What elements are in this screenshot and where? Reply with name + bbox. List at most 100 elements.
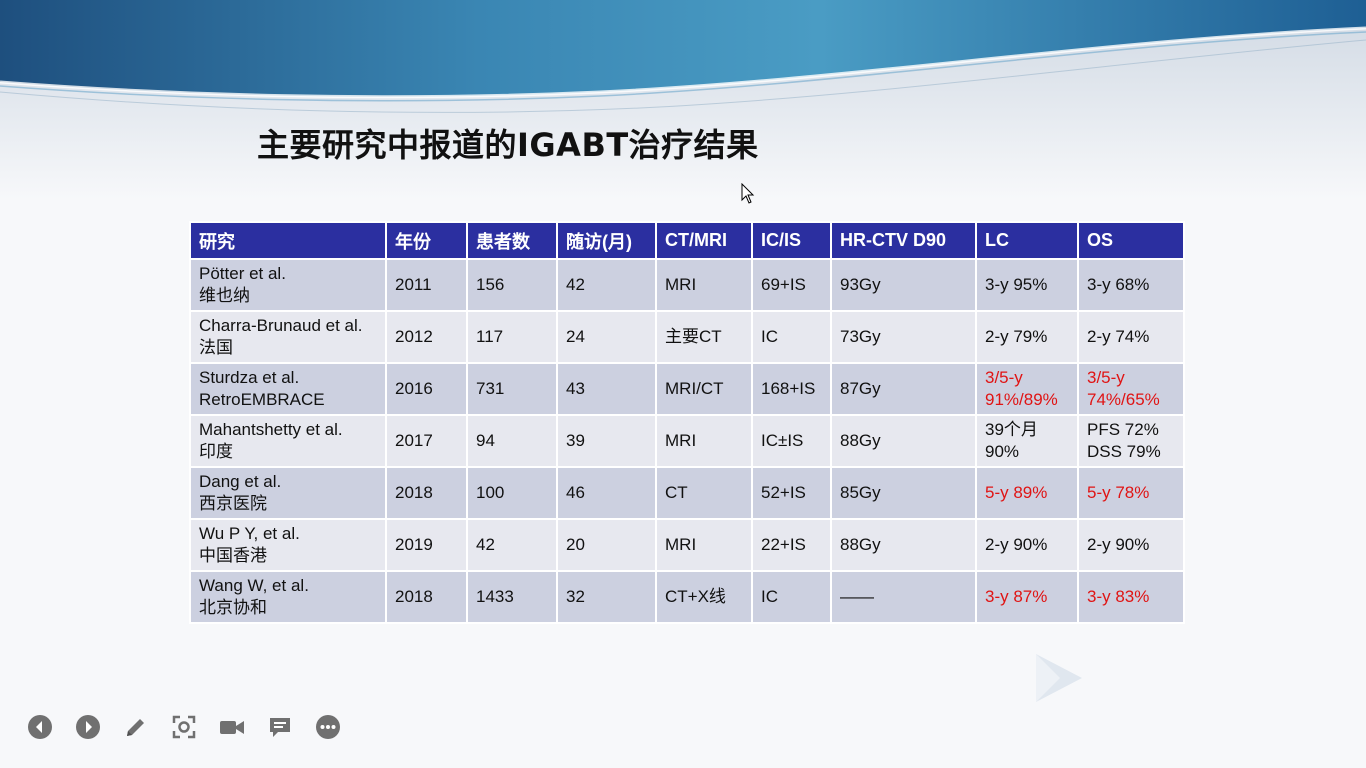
cell-patients-text: 156	[476, 275, 505, 294]
cell-d90: ——	[830, 570, 977, 624]
cell-patients-text: 731	[476, 379, 505, 398]
speech-bubble-icon	[270, 718, 290, 737]
cell-imaging: CT	[655, 466, 753, 520]
cell-d90: 88Gy	[830, 518, 977, 572]
cell-d90-text: 85Gy	[840, 483, 881, 502]
ellipsis-icon	[316, 715, 340, 739]
cell-d90: 93Gy	[830, 258, 977, 312]
cell-os-text: 2-y 74%	[1087, 327, 1150, 346]
cell-imaging-text: MRI/CT	[665, 379, 724, 398]
cell-year-text: 2016	[395, 379, 433, 398]
cell-imaging-text: CT	[665, 483, 688, 502]
cell-study-text: Mahantshetty et al.	[199, 420, 343, 439]
column-header-patients: 患者数	[466, 221, 558, 260]
cell-d90-text: 88Gy	[840, 431, 881, 450]
cell-ic-is-text: IC±IS	[761, 431, 804, 450]
cell-study-subtext: 西京医院	[199, 494, 267, 513]
cell-study-text: Charra-Brunaud et al.	[199, 316, 363, 335]
cell-ic-is: 22+IS	[751, 518, 832, 572]
cell-followup-text: 42	[566, 275, 585, 294]
slide-title: 主要研究中报道的IGABT治疗结果	[257, 126, 759, 164]
cell-os: 3-y 68%	[1077, 258, 1185, 312]
cell-patients: 100	[466, 466, 558, 520]
cell-patients-text: 117	[476, 327, 504, 346]
subtitle-button[interactable]	[266, 713, 294, 741]
cell-d90: 87Gy	[830, 362, 977, 416]
cell-d90: 85Gy	[830, 466, 977, 520]
cell-ic-is-text: 69+IS	[761, 275, 806, 294]
table-header-row: 研究 年份 患者数 随访(月) CT/MRI IC/IS HR-CTV D90 …	[189, 221, 1185, 260]
mouse-cursor-icon	[741, 183, 755, 204]
cell-ic-is: IC	[751, 570, 832, 624]
cell-followup-text: 20	[566, 535, 585, 554]
cell-imaging: MRI	[655, 258, 753, 312]
cell-patients: 94	[466, 414, 558, 468]
cell-year-text: 2018	[395, 483, 433, 502]
cell-lc-subtext: 90%	[985, 442, 1020, 461]
cell-ic-is: IC	[751, 310, 832, 364]
cell-ic-is: IC±IS	[751, 414, 832, 468]
cell-patients: 42	[466, 518, 558, 572]
cell-year: 2016	[385, 362, 468, 416]
cell-patients-text: 1433	[476, 587, 514, 606]
cell-year-text: 2019	[395, 535, 433, 554]
cell-year: 2019	[385, 518, 468, 572]
cell-study: Pötter et al. 维也纳	[189, 258, 387, 312]
cell-os-text: 3-y 83%	[1087, 587, 1150, 606]
cell-d90: 88Gy	[830, 414, 977, 468]
cell-study-text: Sturdza et al.	[199, 368, 300, 387]
cell-followup: 42	[556, 258, 657, 312]
cell-year: 2018	[385, 570, 468, 624]
column-header-imaging: CT/MRI	[655, 221, 753, 260]
cell-imaging: MRI	[655, 518, 753, 572]
cell-lc: 3-y 87%	[975, 570, 1079, 624]
cell-os: 3/5-y 74%/65%	[1077, 362, 1185, 416]
cell-d90-text: 88Gy	[840, 535, 881, 554]
cell-year: 2012	[385, 310, 468, 364]
video-camera-icon	[220, 721, 244, 734]
cell-imaging: 主要CT	[655, 310, 753, 364]
cell-study-text: Wang W, et al.	[199, 576, 309, 595]
cell-os: 2-y 74%	[1077, 310, 1185, 364]
header-banner	[0, 0, 1366, 200]
cell-year-text: 2012	[395, 327, 433, 346]
zoom-button[interactable]	[170, 713, 198, 741]
cell-year: 2011	[385, 258, 468, 312]
cell-study: Charra-Brunaud et al. 法国	[189, 310, 387, 364]
table-row: Pötter et al. 维也纳 2011 156 42 MRI 69+IS 93Gy 3-y…	[189, 258, 1185, 312]
cell-study-subtext: 维也纳	[199, 286, 250, 305]
cell-patients-text: 100	[476, 483, 505, 502]
cell-lc-text: 2-y 90%	[985, 535, 1048, 554]
cell-imaging-text: CT+X线	[665, 587, 726, 606]
cell-study: Mahantshetty et al. 印度	[189, 414, 387, 468]
table-row: Wu P Y, et al. 中国香港 2019 42 20 MRI 22+IS 88Gy 2-…	[189, 518, 1185, 572]
cell-lc-subtext: 91%/89%	[985, 390, 1058, 409]
cell-d90-text: 87Gy	[840, 379, 881, 398]
cell-ic-is-text: 52+IS	[761, 483, 806, 502]
cell-os-text: 3/5-y	[1087, 368, 1125, 387]
cell-ic-is-text: IC	[761, 327, 778, 346]
next-slide-button[interactable]	[74, 713, 102, 741]
cell-os-subtext: 74%/65%	[1087, 390, 1160, 409]
previous-slide-button[interactable]	[26, 713, 54, 741]
cell-lc-text: 39个月	[985, 420, 1038, 439]
table-row: Dang et al. 西京医院 2018 100 46 CT 52+IS 85Gy 5-y 8…	[189, 466, 1185, 520]
cell-d90-text: ——	[840, 587, 874, 606]
cell-followup: 24	[556, 310, 657, 364]
cell-os: 3-y 83%	[1077, 570, 1185, 624]
table-row: Sturdza et al. RetroEMBRACE 2016 731 43 MRI/C…	[189, 362, 1185, 416]
cell-followup: 46	[556, 466, 657, 520]
cell-study: Sturdza et al. RetroEMBRACE	[189, 362, 387, 416]
pencil-icon	[127, 719, 144, 736]
pen-tool-button[interactable]	[122, 713, 150, 741]
cell-ic-is-text: IC	[761, 587, 778, 606]
cell-os-text: 2-y 90%	[1087, 535, 1150, 554]
cell-lc-text: 3-y 95%	[985, 275, 1048, 294]
camera-button[interactable]	[218, 713, 246, 741]
cell-d90: 73Gy	[830, 310, 977, 364]
cell-patients: 1433	[466, 570, 558, 624]
table-row: Charra-Brunaud et al. 法国 2012 117 24 主要CT IC 73…	[189, 310, 1185, 364]
cell-followup: 43	[556, 362, 657, 416]
more-options-button[interactable]	[314, 713, 342, 741]
column-header-followup: 随访(月)	[556, 221, 657, 260]
